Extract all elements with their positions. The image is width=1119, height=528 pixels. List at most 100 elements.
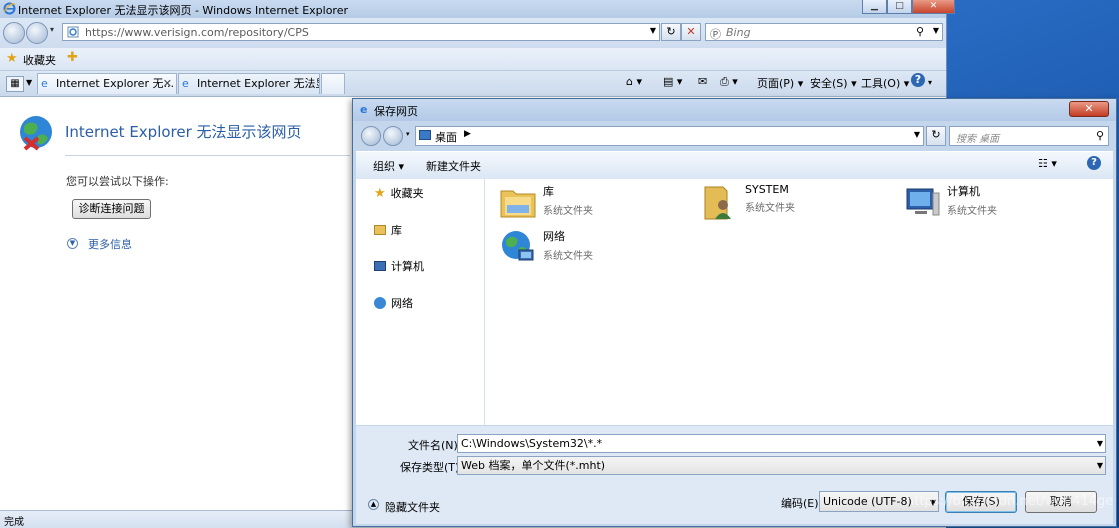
maximize-button[interactable]: □ <box>887 0 912 14</box>
dialog-search-box[interactable]: 搜索 桌面 ⚲ <box>949 126 1109 146</box>
help-chevron-icon[interactable]: ▾ <box>928 78 932 87</box>
file-item-system[interactable]: SYSTEM 系统文件夹 <box>701 183 795 221</box>
tab-1[interactable]: Internet Explorer 无... e ✕ <box>37 73 177 94</box>
dialog-title-bar: e 保存网页 ✕ <box>353 99 1116 121</box>
error-heading: Internet Explorer 无法显示该网页 <box>65 123 302 141</box>
dialog-help-icon[interactable]: ? <box>1087 156 1101 170</box>
window-controls: ▁ □ ✕ <box>862 0 955 16</box>
organize-label: 组织 <box>373 160 395 173</box>
breadcrumb[interactable]: 桌面 ▶ ▼ <box>415 126 924 146</box>
status-text: 完成 <box>4 517 24 528</box>
filetype-select[interactable]: Web 档案，单个文件(*.mht) ▼ <box>457 456 1106 475</box>
mail-icon[interactable]: ✉ <box>698 75 707 88</box>
encoding-value: Unicode (UTF-8) <box>823 495 912 508</box>
filetype-dropdown-icon[interactable]: ▼ <box>1097 457 1103 474</box>
address-dropdown-icon[interactable]: ▼ <box>650 26 656 35</box>
tab-1-label: Internet Explorer 无... <box>56 77 174 90</box>
dialog-refresh-button[interactable]: ↻ <box>926 126 946 146</box>
tools-menu[interactable]: 工具(O) ▾ <box>861 75 909 91</box>
filename-dropdown-icon[interactable]: ▼ <box>1097 435 1103 452</box>
nav-computer-label: 计算机 <box>391 260 424 273</box>
minimize-button[interactable]: ▁ <box>862 0 887 14</box>
print-icon[interactable]: ⎙ ▾ <box>720 75 738 89</box>
quick-tabs-icon[interactable]: ▦ <box>6 76 24 92</box>
home-icon[interactable]: ⌂ ▾ <box>626 75 642 88</box>
item-name: SYSTEM <box>745 183 789 196</box>
breadcrumb-arrow-icon[interactable]: ▶ <box>464 129 471 139</box>
file-item-computer[interactable]: 计算机 系统文件夹 <box>903 183 997 221</box>
filename-input[interactable]: C:\Windows\System32\*.* ▼ <box>457 434 1106 453</box>
star-icon: ★ <box>374 185 386 201</box>
dialog-search-placeholder: 搜索 桌面 <box>956 134 1000 145</box>
back-button[interactable] <box>3 22 25 44</box>
nav-favorites[interactable]: ★ 收藏夹 <box>374 185 424 201</box>
filetype-value: Web 档案，单个文件(*.mht) <box>461 459 606 472</box>
dialog-close-button[interactable]: ✕ <box>1069 101 1109 117</box>
try-text: 您可以尝试以下操作: <box>66 175 169 188</box>
close-window-button[interactable]: ✕ <box>912 0 955 14</box>
stop-button[interactable]: ✕ <box>681 23 701 41</box>
dialog-bottom-panel: 文件名(N): C:\Windows\System32\*.* ▼ 保存类型(T)… <box>356 426 1113 524</box>
dialog-recent-chevron-icon[interactable]: ▾ <box>406 130 410 138</box>
favorites-button[interactable]: 收藏夹 <box>23 52 56 68</box>
globe-error-icon <box>20 116 52 151</box>
computer-icon <box>374 261 386 271</box>
tab-2[interactable]: Internet Explorer 无法显... e <box>178 73 320 94</box>
expand-chevron-icon[interactable]: ▼ <box>67 238 78 249</box>
user-folder-icon <box>704 186 731 220</box>
item-name: 网络 <box>543 230 565 243</box>
dialog-forward-button[interactable] <box>383 126 403 146</box>
dialog-toolbar: 组织 ▾ 新建文件夹 ☷ ▾ ? <box>356 151 1113 180</box>
new-folder-button[interactable]: 新建文件夹 <box>426 158 481 174</box>
search-icon[interactable]: ⚲ <box>916 25 924 38</box>
dialog-search-icon[interactable]: ⚲ <box>1096 129 1104 142</box>
address-url: https://www.verisign.com/repository/CPS <box>85 26 309 39</box>
file-item-network[interactable]: 网络 系统文件夹 <box>499 228 593 266</box>
safety-menu[interactable]: 安全(S) ▾ <box>810 75 857 91</box>
dialog-back-button[interactable] <box>361 126 381 146</box>
address-bar[interactable]: https://www.verisign.com/repository/CPS … <box>62 23 660 41</box>
desktop-icon <box>419 130 431 140</box>
more-info-link[interactable]: 更多信息 <box>88 236 132 252</box>
breadcrumb-location: 桌面 <box>435 131 457 144</box>
nav-library[interactable]: 库 <box>374 222 402 238</box>
dialog-ie-icon: e <box>360 103 368 116</box>
collapse-chevron-icon[interactable]: ▲ <box>368 499 379 510</box>
nav-computer[interactable]: 计算机 <box>374 258 424 274</box>
new-tab-button[interactable] <box>321 73 345 94</box>
item-name: 计算机 <box>947 185 980 198</box>
page-menu-label: 页面(P) <box>757 77 795 90</box>
recent-pages-chevron-icon[interactable]: ▾ <box>50 25 54 34</box>
forward-button[interactable] <box>26 22 48 44</box>
file-item-library[interactable]: 库系统文件夹 <box>499 183 593 221</box>
close-tab-icon[interactable]: ✕ <box>163 74 172 93</box>
page-menu[interactable]: 页面(P) ▾ <box>757 75 803 91</box>
network-globe-icon <box>502 231 534 261</box>
feeds-icon[interactable]: ▤ ▾ <box>663 75 682 88</box>
item-type: 系统文件夹 <box>947 206 997 217</box>
refresh-button[interactable]: ↻ <box>661 23 681 41</box>
ie-window-title: Internet Explorer 无法显示该网页 - Windows Inte… <box>18 4 349 17</box>
help-icon[interactable]: ? <box>911 73 925 87</box>
breadcrumb-dropdown-icon[interactable]: ▼ <box>914 130 920 139</box>
tab-ie-icon: e <box>182 77 189 90</box>
organize-button[interactable]: 组织 ▾ <box>373 158 404 174</box>
tab-list-chevron-icon[interactable]: ▼ <box>26 78 32 87</box>
filetype-label: 保存类型(T): <box>400 461 464 474</box>
filename-value: C:\Windows\System32\*.* <box>461 437 603 450</box>
save-dialog: e 保存网页 ✕ ▾ 桌面 ▶ ▼ ↻ 搜索 桌面 ⚲ 组织 ▾ 新建文件夹 ☷… <box>352 98 1117 527</box>
search-box[interactable]: Ⓟ Bing ⚲ ▼ <box>705 23 943 41</box>
view-options-icon[interactable]: ☷ ▾ <box>1038 157 1057 170</box>
navigation-pane: ★ 收藏夹 库 计算机 网络 <box>356 179 485 425</box>
favorites-star-icon: ★ <box>6 51 18 66</box>
nav-network[interactable]: 网络 <box>374 295 413 311</box>
divider <box>65 155 350 156</box>
search-dropdown-icon[interactable]: ▼ <box>933 26 939 35</box>
item-type: 系统文件夹 <box>543 251 593 262</box>
item-type: 系统文件夹 <box>543 206 593 217</box>
ie-title-bar: Internet Explorer 无法显示该网页 - Windows Inte… <box>0 0 955 18</box>
add-favorite-icon[interactable]: ✚ <box>67 50 78 65</box>
hide-folders-button[interactable]: 隐藏文件夹 <box>385 499 440 515</box>
diagnose-button[interactable]: 诊断连接问题 <box>72 199 151 219</box>
file-pane: 库系统文件夹 SYSTEM 系统文件夹 计算机 系统文件夹 网络 系统文件夹 <box>485 179 1113 425</box>
